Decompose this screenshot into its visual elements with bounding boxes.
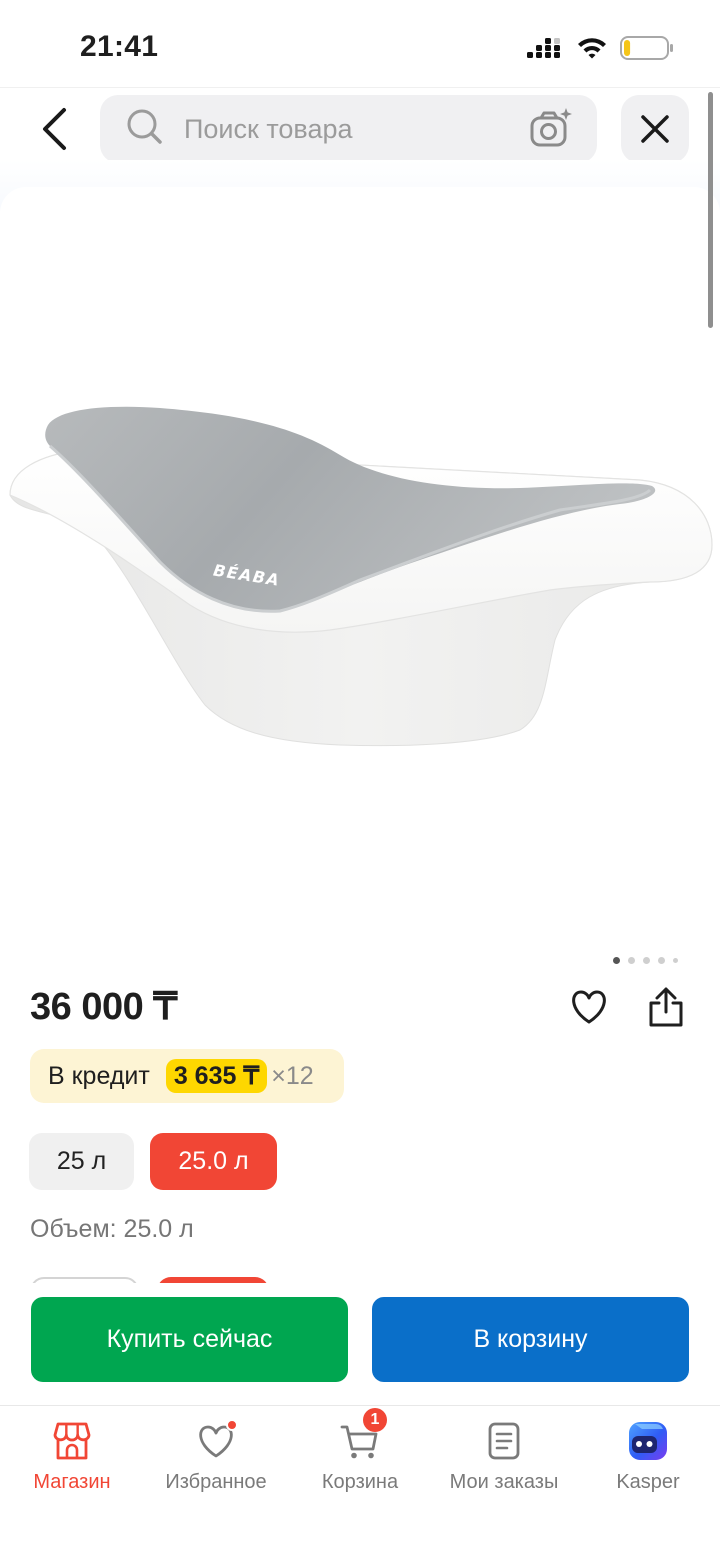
credit-offer[interactable]: В кредит 3 635 ₸ ×12 bbox=[30, 1049, 344, 1103]
image-pagination bbox=[613, 956, 678, 964]
pagination-dot[interactable] bbox=[628, 956, 635, 964]
pagination-dot[interactable] bbox=[613, 956, 620, 964]
tab-bar: Магазин Избранное 1 Корзина Мои заказы K… bbox=[0, 1405, 720, 1558]
close-icon bbox=[641, 115, 669, 143]
add-to-cart-button[interactable]: В корзину bbox=[372, 1297, 689, 1382]
pagination-dot[interactable] bbox=[643, 956, 650, 964]
tab-label: Корзина bbox=[321, 1471, 399, 1493]
cellular-signal-icon bbox=[527, 38, 560, 58]
search-input[interactable] bbox=[184, 95, 514, 163]
credit-months: ×12 bbox=[271, 1061, 314, 1090]
tab-label: Kasper bbox=[616, 1471, 680, 1493]
scrollbar[interactable] bbox=[708, 92, 713, 328]
credit-monthly-amount: 3 635 ₸ bbox=[165, 1059, 268, 1093]
variant-chip[interactable]: 25 л bbox=[29, 1133, 134, 1190]
notification-dot bbox=[226, 1419, 238, 1431]
product-price: 36 000 ₸ bbox=[30, 986, 177, 1028]
heart-outline-icon[interactable] bbox=[569, 989, 609, 1025]
wifi-icon bbox=[578, 38, 606, 59]
close-button[interactable] bbox=[621, 95, 689, 163]
tab-cart[interactable]: 1 Корзина bbox=[288, 1406, 432, 1558]
battery-icon bbox=[620, 36, 673, 60]
status-time: 21:41 bbox=[80, 30, 159, 63]
search-icon bbox=[127, 109, 162, 144]
shop-icon bbox=[53, 1422, 91, 1460]
kasper-icon bbox=[629, 1422, 667, 1460]
camera-sparkle-icon[interactable] bbox=[529, 107, 573, 149]
variant-chip[interactable]: 25.0 л bbox=[150, 1133, 277, 1190]
cart-badge: 1 bbox=[363, 1408, 387, 1432]
tab-kasper[interactable]: Kasper bbox=[576, 1406, 720, 1558]
back-button[interactable] bbox=[30, 100, 80, 158]
pagination-dot[interactable] bbox=[658, 956, 665, 964]
tab-label: Избранное bbox=[165, 1471, 267, 1493]
tab-favorites[interactable]: Избранное bbox=[144, 1406, 288, 1558]
selected-attribute: Объем: 25.0 л bbox=[30, 1215, 194, 1243]
tab-label: Мои заказы bbox=[449, 1471, 559, 1493]
search-bar[interactable] bbox=[100, 95, 597, 163]
purchase-actions: Купить сейчас В корзину bbox=[0, 1283, 720, 1405]
orders-icon bbox=[488, 1422, 520, 1460]
battery-fill bbox=[624, 40, 631, 56]
product-image[interactable]: BÉABA bbox=[0, 380, 720, 780]
tab-orders[interactable]: Мои заказы bbox=[432, 1406, 576, 1558]
share-icon[interactable] bbox=[645, 985, 687, 1029]
tab-shop[interactable]: Магазин bbox=[0, 1406, 144, 1558]
buy-now-button[interactable]: Купить сейчас bbox=[31, 1297, 348, 1382]
status-divider bbox=[0, 87, 720, 88]
chevron-left-icon bbox=[43, 108, 66, 150]
pagination-dot[interactable] bbox=[673, 957, 678, 963]
credit-label: В кредит bbox=[48, 1061, 150, 1090]
tab-label: Магазин bbox=[33, 1471, 111, 1493]
